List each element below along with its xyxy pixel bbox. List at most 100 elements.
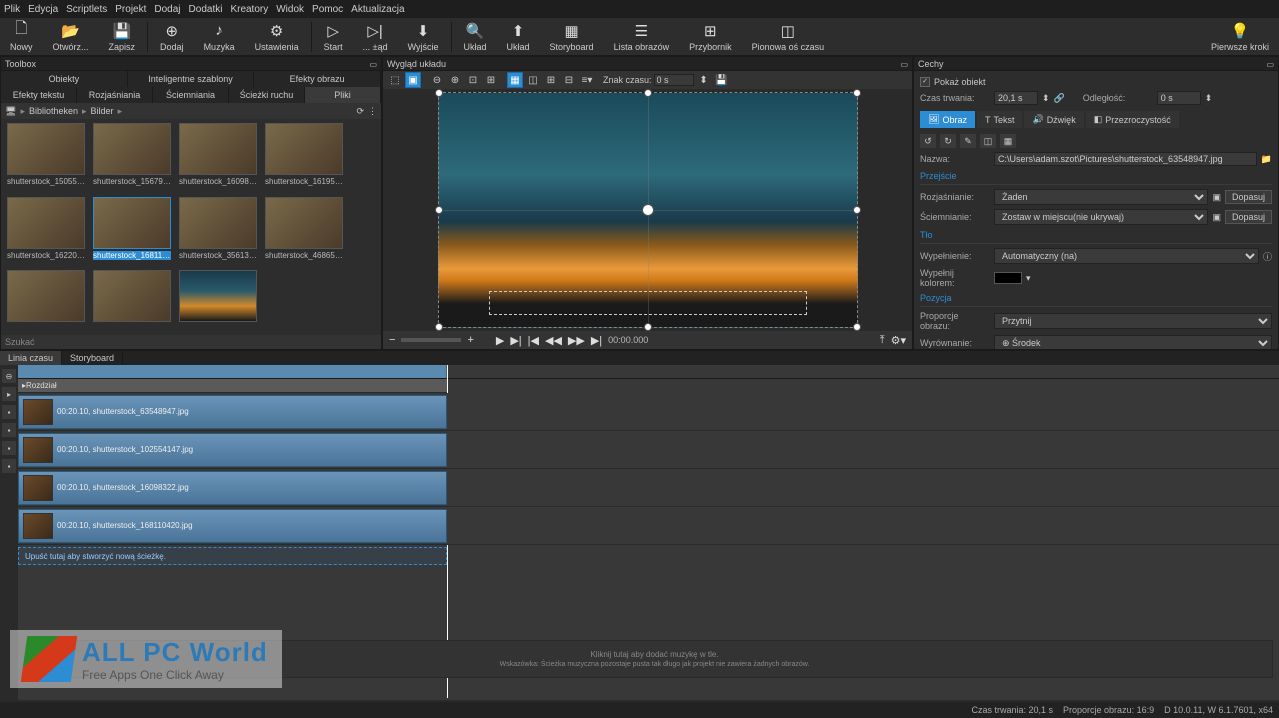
spinner-icon[interactable]: ⬍: [1205, 93, 1213, 104]
zoom-out-icon[interactable]: ⊖: [429, 72, 445, 88]
timeline-clip[interactable]: 00:20.10, shutterstock_63548947.jpg: [18, 395, 447, 429]
vertical-timeline-button[interactable]: ◫Pionowa oś czasu: [742, 21, 835, 53]
step-icon[interactable]: ▶|: [510, 334, 521, 347]
tab-text[interactable]: TTekst: [977, 111, 1023, 128]
menu-edit[interactable]: Edycja: [28, 4, 58, 15]
marker-icon[interactable]: ⤒: [880, 334, 885, 347]
timeline-clip[interactable]: 00:20.10, shutterstock_168110420.jpg: [18, 509, 447, 543]
zoom-fit-icon[interactable]: ⊡: [465, 72, 481, 88]
menu-scriptlets[interactable]: Scriptlets: [66, 4, 107, 15]
save-frame-icon[interactable]: 💾: [714, 72, 730, 88]
tab-text-effects[interactable]: Efekty tekstu: [1, 87, 77, 103]
search-input[interactable]: Szukać: [5, 337, 35, 347]
tab-timeline[interactable]: Linia czasu: [0, 351, 62, 365]
section-header[interactable]: ▸ Rozdział: [18, 379, 447, 393]
menu-addons[interactable]: Dodatki: [189, 4, 223, 15]
thumbnail-item[interactable]: shutterstock_35613667: [177, 197, 259, 267]
prev-icon[interactable]: ◀◀: [545, 334, 562, 347]
menu-update[interactable]: Aktualizacja: [351, 4, 404, 15]
tab-sound[interactable]: 🔊Dźwięk: [1024, 111, 1083, 128]
menu-wizards[interactable]: Kreatory: [230, 4, 268, 15]
computer-icon[interactable]: 🖥: [5, 106, 16, 117]
thumbnail-item[interactable]: shutterstock_150550...: [5, 123, 87, 193]
thumbnail-item[interactable]: shutterstock_162201...: [5, 197, 87, 267]
center-handle[interactable]: [642, 204, 654, 216]
match-button[interactable]: Dopasuj: [1225, 190, 1272, 204]
browse-icon[interactable]: 📁: [1261, 154, 1272, 165]
add-button[interactable]: ⊕Dodaj: [150, 21, 194, 53]
rotate-right-icon[interactable]: ↻: [940, 134, 956, 148]
menu-file[interactable]: Plik: [4, 4, 20, 15]
gutter-track-icon[interactable]: ▪: [2, 423, 16, 437]
settings-button[interactable]: ⚙Ustawienia: [245, 21, 309, 53]
zoom-in-icon[interactable]: +: [467, 334, 473, 346]
fadeout-select[interactable]: Zostaw w miejscu(nie ukrywaj): [994, 209, 1208, 225]
show-object-checkbox[interactable]: ✓: [920, 77, 930, 87]
resize-handle[interactable]: [853, 323, 861, 331]
zoom-in-icon[interactable]: ⊕: [447, 72, 463, 88]
toolbox-button[interactable]: ⊞Przybornik: [679, 21, 742, 53]
layout-button[interactable]: 🔍Układ: [454, 21, 497, 53]
effects-icon[interactable]: ▦: [1000, 134, 1016, 148]
info-icon[interactable]: ⓘ: [1263, 250, 1272, 263]
grid-icon[interactable]: ⊞: [483, 72, 499, 88]
timeline-clip[interactable]: 00:20.10, shutterstock_16098322.jpg: [18, 471, 447, 505]
tab-motion-paths[interactable]: Ścieżki ruchu: [229, 87, 305, 103]
thumbnail-item[interactable]: shutterstock_168110...: [91, 197, 173, 267]
minimize-icon[interactable]: ▭: [1266, 60, 1274, 69]
fill-select[interactable]: Automatyczny (na): [994, 248, 1259, 264]
refresh-icon[interactable]: ⟳: [356, 106, 364, 117]
remove-box-icon[interactable]: ⊟: [561, 72, 577, 88]
open-button[interactable]: 📂Otwórz...: [43, 21, 99, 53]
resize-handle[interactable]: [853, 206, 861, 214]
distance-input[interactable]: [1157, 91, 1201, 105]
gutter-collapse-icon[interactable]: ▸: [2, 387, 16, 401]
minimize-icon[interactable]: ▭: [900, 60, 908, 69]
gutter-track-icon[interactable]: ▪: [2, 459, 16, 473]
options-icon[interactable]: ⚙▾: [891, 334, 906, 347]
thumbnail-item[interactable]: shutterstock_16098322: [177, 123, 259, 193]
menu-project[interactable]: Projekt: [115, 4, 146, 15]
resize-handle[interactable]: [644, 323, 652, 331]
timeline-track[interactable]: 00:20.10, shutterstock_16098322.jpg: [18, 469, 1279, 507]
next-icon[interactable]: ▶▶: [568, 334, 585, 347]
align-select[interactable]: ⊕ Środek: [994, 335, 1272, 349]
gutter-track-icon[interactable]: ▪: [2, 405, 16, 419]
time-input[interactable]: [654, 74, 694, 86]
tab-fadein[interactable]: Rozjaśniania: [77, 87, 153, 103]
timeline-clip[interactable]: 00:20.10, shutterstock_102554147.jpg: [18, 433, 447, 467]
resize-handle[interactable]: [435, 206, 443, 214]
resize-handle[interactable]: [853, 89, 861, 97]
thumbnail-item[interactable]: [91, 270, 173, 331]
menu-help[interactable]: Pomoc: [312, 4, 343, 15]
tab-storyboard[interactable]: Storyboard: [62, 351, 123, 365]
safe-area-icon[interactable]: ▦: [507, 72, 523, 88]
aspect-select[interactable]: Przytnij: [994, 313, 1272, 329]
spinner-icon[interactable]: ⬍: [696, 72, 712, 88]
storyboard-button[interactable]: ▦Storyboard: [540, 21, 604, 53]
preview-icon[interactable]: ▣: [1212, 192, 1221, 203]
imagelist-button[interactable]: ☰Lista obrazów: [604, 21, 680, 53]
edit-icon[interactable]: ✎: [960, 134, 976, 148]
drop-zone[interactable]: Upuść tutaj aby stworzyć nową ścieżkę.: [18, 547, 447, 565]
breadcrumb-item[interactable]: Bilder: [91, 106, 114, 116]
add-box-icon[interactable]: ⊞: [543, 72, 559, 88]
dropdown-icon[interactable]: ▾: [1026, 273, 1031, 284]
menu-add[interactable]: Dodaj: [154, 4, 180, 15]
tab-files[interactable]: Pliki: [305, 87, 381, 103]
thumbnail-item[interactable]: shutterstock_156796...: [91, 123, 173, 193]
tab-objects[interactable]: Obiekty: [1, 71, 128, 87]
export-button[interactable]: ⬇Wyjście: [398, 21, 449, 53]
save-button[interactable]: 💾Zapisz: [99, 21, 146, 53]
play-from-button[interactable]: ▷|... ±ąd: [353, 21, 398, 53]
duration-input[interactable]: [994, 91, 1038, 105]
layout2-button[interactable]: ⬆Układ: [497, 21, 540, 53]
match-button[interactable]: Dopasuj: [1225, 210, 1272, 224]
tab-image-effects[interactable]: Efekty obrazu: [254, 71, 381, 87]
inner-selection[interactable]: [489, 291, 807, 315]
align-icon[interactable]: ≡▾: [579, 72, 595, 88]
tab-opacity[interactable]: ◧Przezroczystość: [1086, 111, 1179, 128]
gutter-zoom-icon[interactable]: ⊖: [2, 369, 16, 383]
fadein-select[interactable]: Żaden: [994, 189, 1208, 205]
tab-fadeout[interactable]: Ściemniania: [153, 87, 229, 103]
